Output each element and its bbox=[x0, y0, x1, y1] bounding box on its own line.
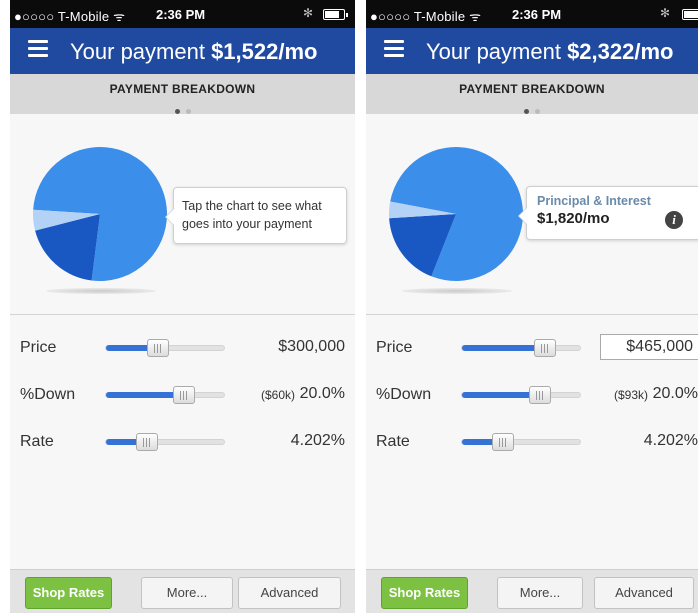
price-slider-thumb[interactable] bbox=[533, 339, 556, 357]
rate-label: Rate bbox=[20, 433, 54, 450]
price-label: Price bbox=[376, 339, 413, 356]
price-label: Price bbox=[20, 339, 57, 356]
price-slider[interactable] bbox=[461, 339, 581, 357]
page-title: Your payment $1,522/mo bbox=[70, 39, 317, 65]
battery-icon bbox=[323, 9, 348, 20]
header-bar: Your payment $1,522/mo bbox=[10, 28, 355, 74]
chart-hint-text: Tap the chart to see what goes into your… bbox=[182, 199, 322, 231]
price-slider[interactable] bbox=[105, 339, 225, 357]
section-label: PAYMENT BREAKDOWN bbox=[459, 82, 605, 96]
header-bar: Your payment $2,322/mo bbox=[366, 28, 698, 74]
chart-area: Tap the chart to see what goes into your… bbox=[10, 114, 355, 314]
chart-hint-callout: Tap the chart to see what goes into your… bbox=[165, 187, 347, 244]
down-label: %Down bbox=[376, 386, 432, 403]
chart-detail-callout[interactable]: Principal & Interest $1,820/mo i bbox=[518, 186, 698, 240]
rate-row: Rate 4.202% bbox=[366, 427, 698, 457]
payment-amount: $1,522/mo bbox=[211, 39, 318, 64]
price-slider-thumb[interactable] bbox=[146, 339, 169, 357]
payment-pie-chart[interactable] bbox=[30, 144, 170, 284]
down-amount: ($60k) bbox=[260, 388, 295, 402]
status-bar: ●○○○○ T-Mobile ᯤ 2:36 PM ✻ bbox=[10, 0, 355, 28]
down-row: %Down ($60k) 20.0% bbox=[10, 380, 355, 410]
carrier-label: ●○○○○ T-Mobile ᯤ bbox=[370, 9, 482, 24]
menu-icon[interactable] bbox=[28, 40, 48, 58]
down-label: %Down bbox=[20, 386, 76, 403]
clock: 2:36 PM bbox=[156, 7, 206, 22]
info-icon[interactable]: i bbox=[665, 211, 683, 229]
section-header: PAYMENT BREAKDOWN bbox=[366, 74, 698, 114]
page-title: Your payment $2,322/mo bbox=[426, 39, 673, 65]
rate-row: Rate 4.202% bbox=[10, 427, 355, 457]
more-button[interactable]: More... bbox=[141, 577, 233, 609]
payment-pie-chart[interactable] bbox=[386, 144, 526, 284]
down-value: 20.0% bbox=[299, 385, 345, 402]
loan-controls: Price $300,000 %Down ($60k) 20.0% Rate 4… bbox=[10, 315, 355, 565]
chart-shadow bbox=[402, 288, 512, 294]
down-amount: ($93k) bbox=[613, 388, 648, 402]
rate-slider-thumb[interactable] bbox=[492, 433, 515, 451]
advanced-button[interactable]: Advanced bbox=[594, 577, 694, 609]
menu-icon[interactable] bbox=[384, 40, 404, 58]
down-slider-thumb[interactable] bbox=[172, 386, 195, 404]
advanced-button[interactable]: Advanced bbox=[238, 577, 341, 609]
rate-label: Rate bbox=[376, 433, 410, 450]
screen-right: ●○○○○ T-Mobile ᯤ 2:36 PM ✻ Your payment … bbox=[366, 0, 698, 613]
chart-area: Principal & Interest $1,820/mo i bbox=[366, 114, 698, 314]
more-button[interactable]: More... bbox=[497, 577, 583, 609]
price-slider-fill bbox=[462, 345, 545, 351]
title-prefix: Your payment bbox=[70, 39, 212, 64]
title-prefix: Your payment bbox=[426, 39, 568, 64]
footer-toolbar: Shop Rates More... Advanced bbox=[10, 569, 355, 613]
carrier-label: ●○○○○ T-Mobile ᯤ bbox=[14, 9, 126, 24]
clock: 2:36 PM bbox=[512, 7, 562, 22]
rate-slider-thumb[interactable] bbox=[136, 433, 159, 451]
rate-value: 4.202% bbox=[643, 432, 698, 449]
rate-slider[interactable] bbox=[461, 433, 581, 451]
price-value: $300,000 bbox=[278, 338, 345, 355]
payment-amount: $2,322/mo bbox=[567, 39, 674, 64]
section-header: PAYMENT BREAKDOWN bbox=[10, 74, 355, 114]
status-bar: ●○○○○ T-Mobile ᯤ 2:36 PM ✻ bbox=[366, 0, 698, 28]
callout-category: Principal & Interest bbox=[537, 194, 651, 208]
footer-toolbar: Shop Rates More... Advanced bbox=[366, 569, 698, 613]
down-slider[interactable] bbox=[105, 386, 225, 404]
price-row: Price $465,000 bbox=[366, 333, 698, 363]
shop-rates-button[interactable]: Shop Rates bbox=[25, 577, 112, 609]
price-input[interactable]: $465,000 bbox=[600, 334, 698, 360]
bluetooth-icon: ✻ bbox=[659, 6, 670, 20]
down-row: %Down ($93k) 20.0% bbox=[366, 380, 698, 410]
bluetooth-icon: ✻ bbox=[302, 6, 313, 20]
screen-left: ●○○○○ T-Mobile ᯤ 2:36 PM ✻ Your payment … bbox=[10, 0, 355, 613]
shop-rates-button[interactable]: Shop Rates bbox=[381, 577, 468, 609]
loan-controls: Price $465,000 %Down ($93k) 20.0% Rate 4… bbox=[366, 315, 698, 565]
battery-icon bbox=[682, 9, 698, 20]
down-value: 20.0% bbox=[652, 385, 698, 402]
chart-shadow bbox=[46, 288, 156, 294]
rate-slider[interactable] bbox=[105, 433, 225, 451]
down-slider-thumb[interactable] bbox=[528, 386, 551, 404]
section-label: PAYMENT BREAKDOWN bbox=[109, 82, 256, 96]
down-slider[interactable] bbox=[461, 386, 581, 404]
price-row: Price $300,000 bbox=[10, 333, 355, 363]
rate-value: 4.202% bbox=[290, 432, 345, 449]
